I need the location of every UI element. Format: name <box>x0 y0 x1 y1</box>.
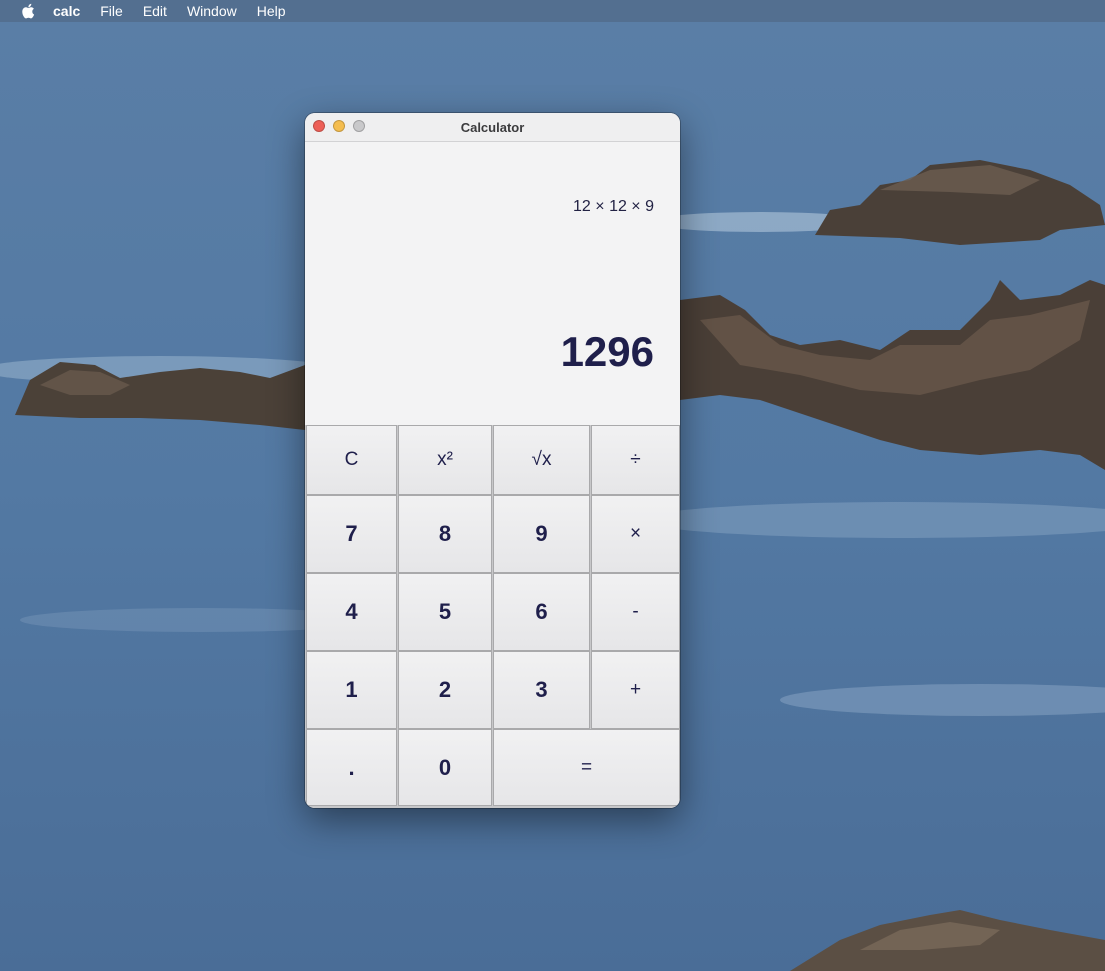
digit-6-button[interactable]: 6 <box>493 573 590 651</box>
expression-text: 12 × 12 × 9 <box>573 198 654 215</box>
add-button[interactable]: + <box>591 651 680 729</box>
clear-button[interactable]: C <box>306 425 397 495</box>
menu-bar: calc File Edit Window Help <box>0 0 1105 22</box>
digit-5-button[interactable]: 5 <box>398 573 492 651</box>
subtract-button[interactable]: - <box>591 573 680 651</box>
menu-window[interactable]: Window <box>177 0 247 22</box>
menu-file[interactable]: File <box>90 0 133 22</box>
decimal-button[interactable]: . <box>306 729 397 806</box>
square-button[interactable]: x² <box>398 425 492 495</box>
digit-4-button[interactable]: 4 <box>306 573 397 651</box>
close-button[interactable] <box>313 120 325 132</box>
divide-button[interactable]: ÷ <box>591 425 680 495</box>
multiply-button[interactable]: × <box>591 495 680 573</box>
digit-0-button[interactable]: 0 <box>398 729 492 806</box>
digit-1-button[interactable]: 1 <box>306 651 397 729</box>
title-bar[interactable]: Calculator <box>305 113 680 142</box>
menu-app-name[interactable]: calc <box>43 0 90 22</box>
apple-logo-icon[interactable] <box>17 0 39 22</box>
calculator-window: Calculator 12 × 12 × 9 1296 C x² √x ÷ 7 … <box>305 113 680 808</box>
minimize-button[interactable] <box>333 120 345 132</box>
result-text: 1296 <box>560 328 654 375</box>
window-title: Calculator <box>460 119 525 135</box>
calculator-display: 12 × 12 × 9 1296 <box>305 142 680 426</box>
zoom-button[interactable] <box>353 120 365 132</box>
keypad: C x² √x ÷ 7 8 9 × 4 5 6 - 1 2 3 + . 0 = <box>305 425 680 808</box>
menu-edit[interactable]: Edit <box>133 0 177 22</box>
digit-3-button[interactable]: 3 <box>493 651 590 729</box>
menu-help[interactable]: Help <box>247 0 296 22</box>
digit-8-button[interactable]: 8 <box>398 495 492 573</box>
square-root-button[interactable]: √x <box>493 425 590 495</box>
equals-button[interactable]: = <box>493 729 680 806</box>
window-controls <box>313 120 365 132</box>
digit-9-button[interactable]: 9 <box>493 495 590 573</box>
digit-7-button[interactable]: 7 <box>306 495 397 573</box>
digit-2-button[interactable]: 2 <box>398 651 492 729</box>
